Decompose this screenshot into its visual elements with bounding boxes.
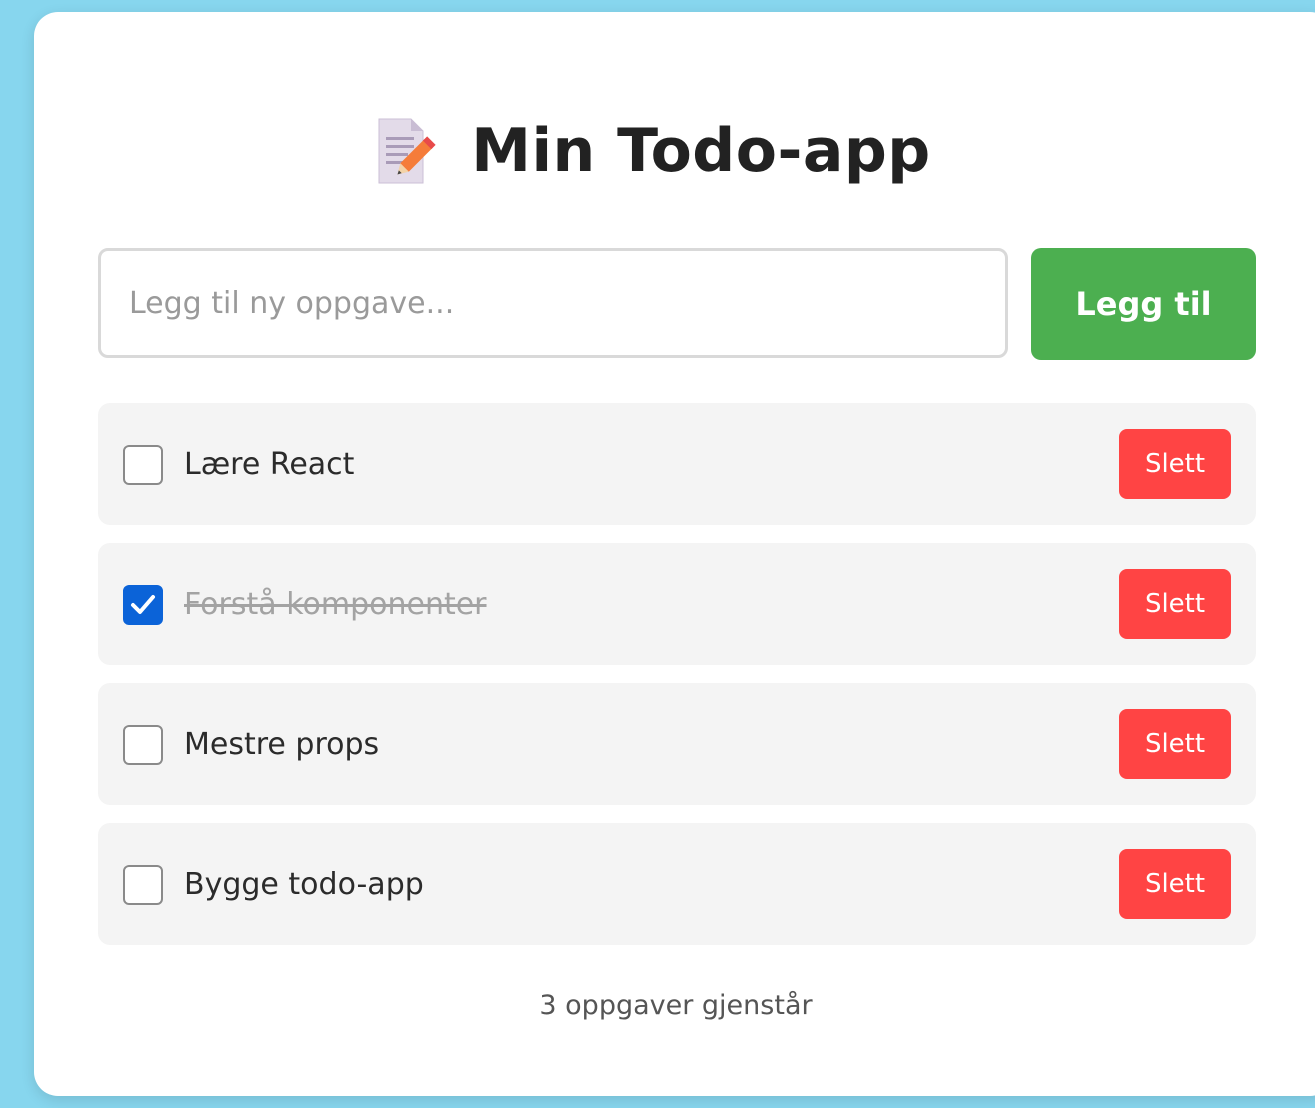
todo-item: Lære React Slett <box>98 403 1256 525</box>
page-title: Min Todo-app <box>471 116 931 186</box>
todo-item: Bygge todo-app Slett <box>98 823 1256 945</box>
checkmark-icon <box>131 595 155 614</box>
todo-item: Forstå komponenter Slett <box>98 543 1256 665</box>
todo-checkbox[interactable] <box>123 585 163 625</box>
delete-todo-button[interactable]: Slett <box>1119 569 1231 639</box>
remaining-count: 3 oppgaver gjenstår <box>539 990 813 1021</box>
todo-item: Mestre props Slett <box>98 683 1256 805</box>
todo-text: Forstå komponenter <box>184 587 487 622</box>
new-todo-input[interactable] <box>98 248 1008 358</box>
add-todo-form: Legg til <box>98 248 1256 360</box>
todo-checkbox[interactable] <box>123 445 163 485</box>
todo-checkbox[interactable] <box>123 725 163 765</box>
add-todo-button[interactable]: Legg til <box>1031 248 1256 360</box>
todo-text: Bygge todo-app <box>184 867 424 902</box>
todo-card: Min Todo-app Legg til Lære React Slett F… <box>34 12 1315 1096</box>
todo-checkbox[interactable] <box>123 865 163 905</box>
app-header: Min Todo-app <box>34 110 1315 192</box>
todo-text: Lære React <box>184 447 355 482</box>
delete-todo-button[interactable]: Slett <box>1119 429 1231 499</box>
delete-todo-button[interactable]: Slett <box>1119 709 1231 779</box>
todo-text: Mestre props <box>184 727 380 762</box>
memo-pencil-icon <box>373 115 437 187</box>
todo-list: Lære React Slett Forstå komponenter Slet… <box>98 403 1256 963</box>
delete-todo-button[interactable]: Slett <box>1119 849 1231 919</box>
